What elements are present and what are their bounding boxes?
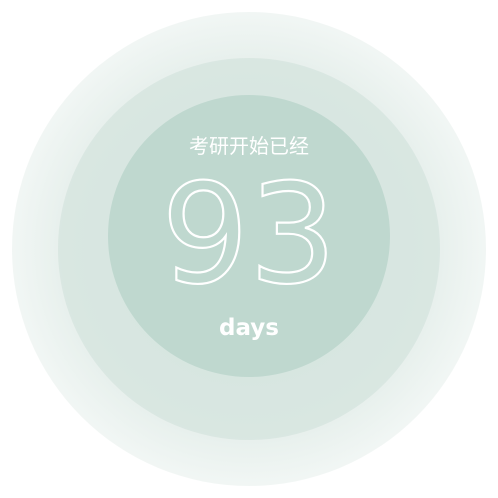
day-unit-label: days: [219, 315, 279, 341]
countdown-widget: 考研开始已经 93 days: [0, 0, 498, 498]
day-count-display: 93: [108, 160, 390, 300]
countdown-title: 考研开始已经: [189, 134, 309, 158]
day-count-number: 93: [161, 160, 337, 300]
